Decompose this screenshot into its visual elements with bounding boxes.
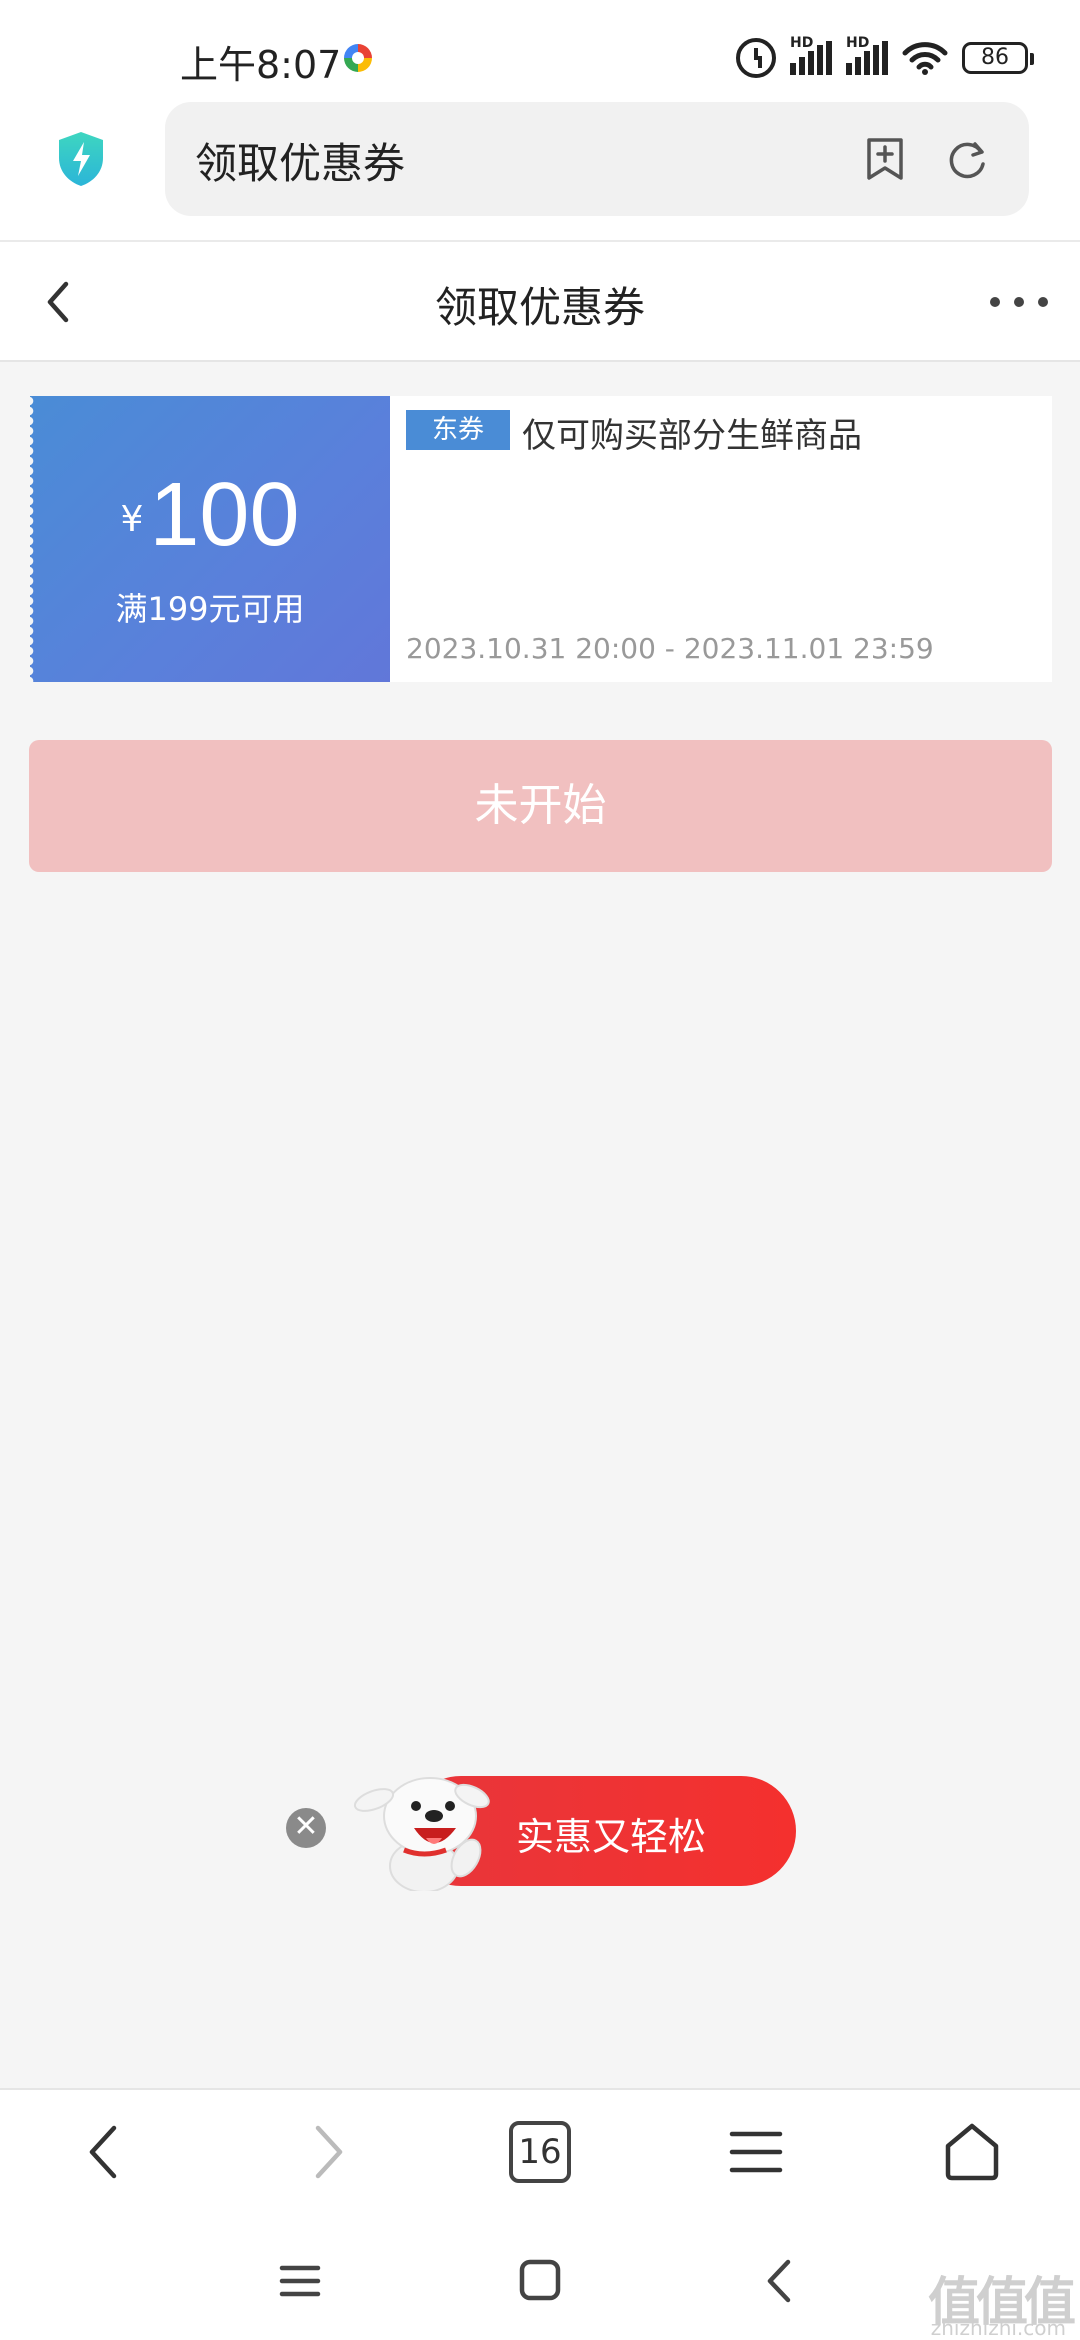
- coupon-amount: ¥100: [30, 464, 390, 567]
- amount-value: 100: [149, 465, 300, 565]
- hd-label: HD: [790, 35, 814, 51]
- home-nav-icon[interactable]: [510, 2254, 570, 2308]
- promo-banner: ✕ 实惠又轻松: [286, 1776, 796, 1891]
- not-started-button[interactable]: 未开始: [29, 740, 1052, 872]
- shield-icon[interactable]: [56, 130, 106, 188]
- alarm-icon: [736, 38, 776, 78]
- url-text[interactable]: 领取优惠券: [195, 130, 405, 191]
- page-header: 领取优惠券: [0, 242, 1080, 362]
- browser-bar: 领取优惠券: [0, 100, 1080, 242]
- status-time: 上午8:07: [180, 43, 342, 87]
- back-nav-icon[interactable]: [750, 2254, 810, 2308]
- coupon-condition: 满199元可用: [115, 590, 305, 628]
- tabs-button[interactable]: 16: [500, 2112, 580, 2192]
- menu-icon[interactable]: [716, 2112, 796, 2192]
- signal-2-icon: HD: [846, 35, 888, 75]
- mascot-dog-icon[interactable]: [342, 1766, 492, 1891]
- coupon-description: 仅可购买部分生鲜商品: [522, 416, 862, 456]
- url-box[interactable]: 领取优惠券: [165, 102, 1029, 216]
- app-notification-icon: [344, 44, 372, 72]
- browser-toolbar: 16: [0, 2088, 1080, 2212]
- promo-text[interactable]: 实惠又轻松: [516, 1806, 706, 1861]
- nav-forward-icon[interactable]: [286, 2112, 366, 2192]
- hd-label: HD: [846, 35, 870, 51]
- wifi-icon: [902, 42, 948, 75]
- bookmark-add-icon[interactable]: [865, 136, 905, 182]
- dot-icon: [990, 297, 1000, 307]
- dot-icon: [1014, 297, 1024, 307]
- status-icons: HD HD 86: [736, 35, 1034, 80]
- tabs-count: 16: [509, 2121, 571, 2183]
- watermark-url: zhizhizhi.com: [930, 2316, 1066, 2340]
- more-button[interactable]: [984, 272, 1054, 332]
- coupon-valid-period: 2023.10.31 20:00 - 2023.11.01 23:59: [406, 632, 934, 665]
- recent-apps-icon[interactable]: [270, 2256, 330, 2306]
- currency-symbol: ¥: [120, 499, 144, 540]
- signal-1-icon: HD: [790, 35, 832, 75]
- nav-back-icon[interactable]: [66, 2112, 146, 2192]
- coupon-value-panel: ¥100 满199元可用: [29, 396, 390, 682]
- system-navbar: [0, 2212, 1080, 2340]
- refresh-icon[interactable]: [945, 138, 989, 182]
- coupon-tag: 东券: [406, 410, 510, 450]
- home-icon[interactable]: [932, 2112, 1012, 2192]
- status-bar: 上午8:07 HD HD 86: [0, 0, 1080, 100]
- page-title: 领取优惠券: [434, 283, 645, 332]
- dot-icon: [1038, 297, 1048, 307]
- coupon-card[interactable]: ¥100 满199元可用 东券 仅可购买部分生鲜商品 2023.10.31 20…: [29, 396, 1052, 682]
- battery-indicator: 86: [962, 42, 1034, 74]
- close-icon[interactable]: ✕: [286, 1808, 326, 1848]
